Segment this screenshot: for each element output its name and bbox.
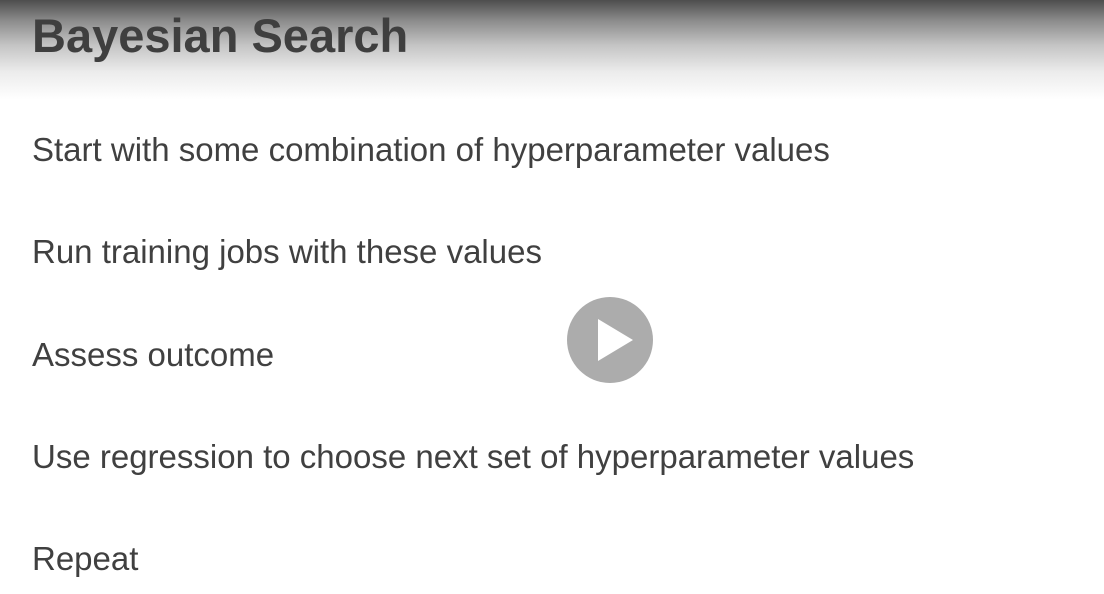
play-icon [598,319,633,361]
bullet-item: Assess outcome [32,336,275,373]
bullet-item: Use regression to choose next set of hyp… [32,438,915,475]
bullet-item: Run training jobs with these values [32,233,542,270]
slide-title: Bayesian Search [32,9,409,62]
bullet-item: Start with some combination of hyperpara… [32,131,830,168]
slide: Bayesian Search Start with some combinat… [0,0,1104,594]
bullet-item: Repeat [32,540,139,577]
play-button[interactable] [567,297,653,383]
